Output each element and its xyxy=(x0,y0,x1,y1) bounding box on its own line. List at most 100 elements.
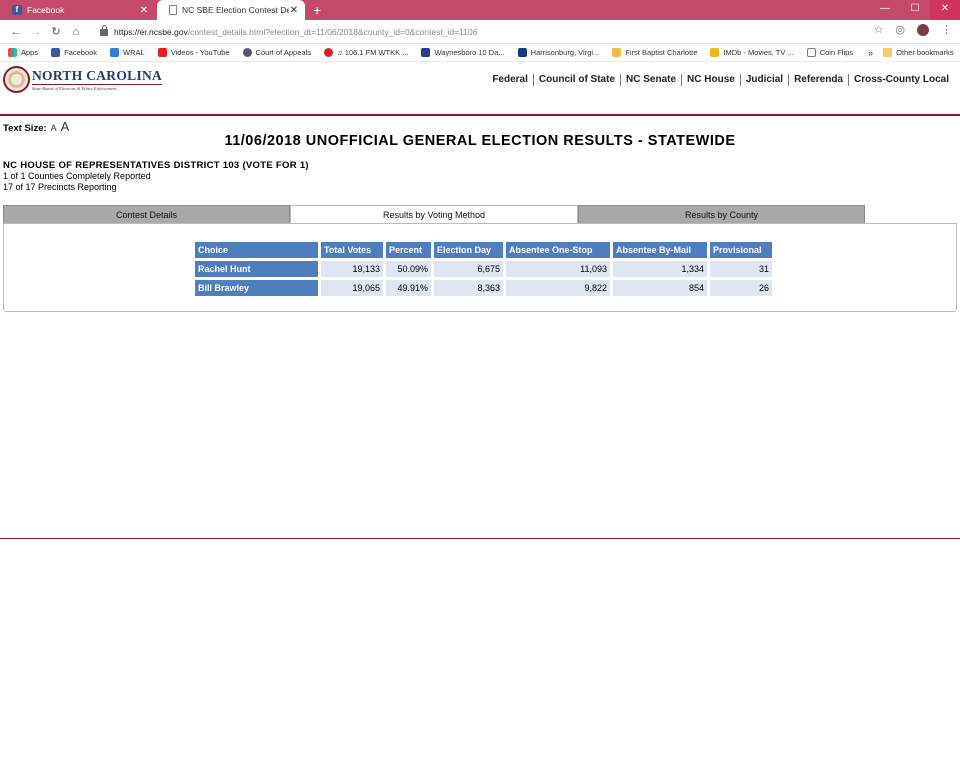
tab-results-by-voting-method[interactable]: Results by Voting Method xyxy=(290,205,578,225)
back-icon[interactable]: ← xyxy=(6,26,26,38)
column-header-total-votes: Total Votes xyxy=(321,242,383,258)
nav-federal[interactable]: Federal xyxy=(487,74,534,86)
column-header-election-day: Election Day xyxy=(434,242,503,258)
reload-icon[interactable]: ↻ xyxy=(46,25,66,38)
toolbar-icons: ☆ ◎ ⋮ xyxy=(874,23,952,36)
nav-referenda[interactable]: Referenda xyxy=(789,74,849,86)
text-size-control: Text Size: A A xyxy=(3,119,69,134)
bookmark-youtube[interactable]: Videos - YouTube xyxy=(157,48,230,57)
new-tab-button[interactable]: + xyxy=(313,0,321,20)
counties-reported: 1 of 1 Counties Completely Reported xyxy=(3,171,151,181)
text-size-small-button[interactable]: A xyxy=(51,123,57,133)
cell-absentee-by-mail: 854 xyxy=(613,280,707,296)
browser-tabstrip: f Facebook ✕ NC SBE Election Contest Det… xyxy=(0,0,960,20)
extension-icon[interactable]: ◎ xyxy=(895,23,905,36)
address-bar: ← → ↻ ⌂ https://er.ncsbe.gov/contest_det… xyxy=(0,20,960,44)
contest-summary: NC HOUSE OF REPRESENTATIVES DISTRICT 103… xyxy=(3,160,309,193)
forward-icon[interactable]: → xyxy=(26,26,46,38)
tab-results-by-county[interactable]: Results by County xyxy=(578,205,865,224)
table-row: Bill Brawley 19,065 49.91% 8,363 9,822 8… xyxy=(195,280,772,296)
bookmark-apps[interactable]: Apps xyxy=(8,48,38,57)
imdb-icon xyxy=(710,48,720,57)
logo-name: NORTH CAROLINA xyxy=(32,67,163,85)
bookmark-label: Facebook xyxy=(64,48,98,57)
cell-provisional: 26 xyxy=(710,280,772,296)
results-panel: Choice Total Votes Percent Election Day … xyxy=(3,223,957,312)
table-header-row: Choice Total Votes Percent Election Day … xyxy=(195,242,772,258)
url-host: https://er.ncsbe.gov xyxy=(114,26,188,37)
browser-tab-facebook[interactable]: f Facebook ✕ xyxy=(0,0,155,20)
apps-icon xyxy=(8,48,17,57)
facebook-icon xyxy=(51,48,61,57)
close-icon[interactable]: ✕ xyxy=(139,5,149,16)
bookmark-wtkk[interactable]: ♫ 106.1 FM WTKK ... xyxy=(323,48,409,57)
column-header-absentee-by-mail: Absentee By-Mail xyxy=(613,242,707,258)
tab-title: NC SBE Election Contest Details xyxy=(182,5,289,15)
results-tabs: Contest Details Results by County Result… xyxy=(3,205,957,225)
cell-absentee-one-stop: 11,093 xyxy=(506,261,610,277)
bookmark-label: ♫ 106.1 FM WTKK ... xyxy=(336,48,409,57)
bookmark-wral[interactable]: WRAL xyxy=(110,48,145,57)
menu-icon[interactable]: ⋮ xyxy=(941,23,952,36)
bookmark-label: Coin Flips xyxy=(819,48,854,57)
top-nav: Federal Council of State NC Senate NC Ho… xyxy=(487,74,949,86)
youtube-icon xyxy=(157,48,167,57)
header-divider xyxy=(0,114,960,116)
state-seal-icon xyxy=(3,66,30,93)
bookmarks-bar: Apps Facebook WRAL Videos - YouTube Cour… xyxy=(0,44,960,62)
bookmark-label: Harrisonburg, Virgi... xyxy=(530,48,600,57)
bookmark-label: Apps xyxy=(21,48,39,57)
facebook-icon: f xyxy=(12,5,22,15)
bookmark-waynesboro[interactable]: Waynesboro 10 Da... xyxy=(421,48,505,57)
browser-tab-ncsbe[interactable]: NC SBE Election Contest Details ✕ xyxy=(157,0,305,20)
nav-cross-county-local[interactable]: Cross-County Local xyxy=(849,74,949,86)
footer-divider xyxy=(0,538,960,539)
bookmark-first-baptist[interactable]: First Baptist Charlotte xyxy=(612,48,697,57)
minimize-button[interactable]: — xyxy=(870,0,900,20)
close-icon[interactable]: ✕ xyxy=(289,5,299,16)
url-input[interactable]: https://er.ncsbe.gov/contest_details.htm… xyxy=(94,23,854,41)
bookmark-label: Court of Appeals xyxy=(255,48,311,57)
folder-icon xyxy=(883,48,893,57)
site-header: NORTH CAROLINA State Board of Elections … xyxy=(0,62,960,114)
bookmark-coin-flips[interactable]: Coin Flips xyxy=(806,48,854,57)
star-icon[interactable]: ☆ xyxy=(874,23,884,36)
column-header-absentee-one-stop: Absentee One-Stop xyxy=(506,242,610,258)
cell-provisional: 31 xyxy=(710,261,772,277)
bookmarks-overflow-button[interactable]: » xyxy=(868,48,873,58)
tab-contest-details[interactable]: Contest Details xyxy=(3,205,290,224)
logo-subtitle: State Board of Elections & Ethics Enforc… xyxy=(32,85,117,91)
bookmark-label: Videos - YouTube xyxy=(170,48,230,57)
bookmark-label: Other bookmarks xyxy=(896,48,954,57)
precincts-reporting: 17 of 17 Precincts Reporting xyxy=(3,182,117,192)
avatar[interactable] xyxy=(917,23,929,36)
iheart-icon xyxy=(323,48,333,57)
bookmark-label: WRAL xyxy=(123,48,145,57)
bookmark-imdb[interactable]: IMDb - Movies, TV ... xyxy=(710,48,794,57)
church-icon xyxy=(612,48,622,57)
lock-icon xyxy=(100,25,108,36)
page-icon xyxy=(806,48,816,57)
text-size-large-button[interactable]: A xyxy=(61,119,70,134)
nav-council-of-state[interactable]: Council of State xyxy=(534,74,622,86)
nav-nc-house[interactable]: NC House xyxy=(682,74,741,86)
column-header-choice: Choice xyxy=(195,242,318,258)
nav-nc-senate[interactable]: NC Senate xyxy=(621,74,683,86)
window-controls: — ☐ ✕ xyxy=(870,0,960,20)
close-window-button[interactable]: ✕ xyxy=(930,0,960,20)
home-icon[interactable]: ⌂ xyxy=(66,26,86,38)
bookmark-court[interactable]: Court of Appeals xyxy=(242,48,311,57)
column-header-provisional: Provisional xyxy=(710,242,772,258)
bookmark-facebook[interactable]: Facebook xyxy=(51,48,97,57)
site-logo[interactable]: NORTH CAROLINA State Board of Elections … xyxy=(3,66,163,93)
cell-absentee-one-stop: 9,822 xyxy=(506,280,610,296)
maximize-button[interactable]: ☐ xyxy=(900,0,930,20)
bookmark-harrisonburg[interactable]: Harrisonburg, Virgi... xyxy=(517,48,600,57)
cell-percent: 49.91% xyxy=(386,280,431,296)
nav-judicial[interactable]: Judicial xyxy=(741,74,790,86)
results-table: Choice Total Votes Percent Election Day … xyxy=(192,239,775,299)
url-path: /contest_details.html?election_dt=11/06/… xyxy=(187,26,478,37)
cell-choice: Bill Brawley xyxy=(195,280,318,296)
weather-icon xyxy=(421,48,431,57)
other-bookmarks[interactable]: Other bookmarks xyxy=(883,48,954,57)
